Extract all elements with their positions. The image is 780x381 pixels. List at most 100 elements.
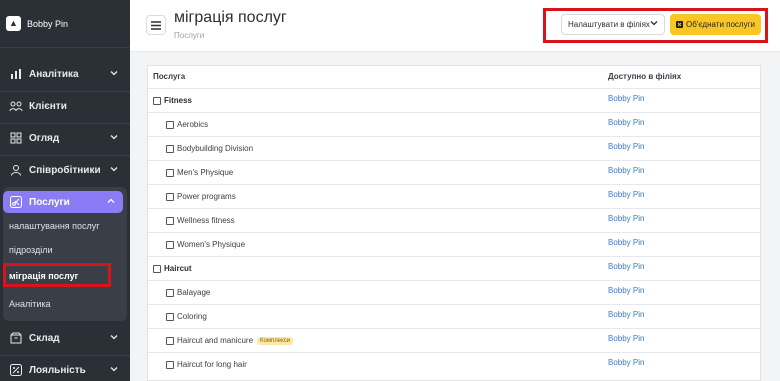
row-checkbox[interactable] [166,168,174,177]
merge-services-button[interactable]: Об'єднати послуги [670,14,761,35]
service-name: Men's Physique [166,168,233,177]
button-label: Налаштувати в філіях [568,20,650,29]
sidebar-item-clients[interactable]: Клієнти [0,94,130,118]
table-row: Women's Physique Bobby Pin [148,232,760,256]
row-checkbox[interactable] [166,336,174,345]
table-row: Coloring Bobby Pin [148,304,760,328]
service-name: Haircut and manicure Комплекси [166,336,294,345]
column-header-service: Послуга [153,72,186,81]
user-icon [9,163,23,177]
submenu-item-analytics[interactable]: Аналітика [9,299,51,309]
sidebar-item-warehouse[interactable]: Склад [0,326,130,350]
sidebar-item-label: Аналітика [29,68,79,80]
chevron-down-icon [110,333,118,344]
service-name: Women's Physique [166,240,245,249]
row-checkbox[interactable] [153,96,161,105]
apps-icon [9,131,23,145]
sidebar-item-label: Лояльність [29,364,86,376]
branch-link[interactable]: Bobby Pin [608,286,644,295]
service-name: Haircut [153,264,192,273]
row-checkbox[interactable] [166,240,174,249]
service-name: Fitness [153,96,192,105]
row-checkbox[interactable] [166,216,174,225]
sidebar-item-overview[interactable]: Огляд [0,126,130,150]
table-row: Aerobics Bobby Pin [148,112,760,136]
table-row: Fitness Bobby Pin [148,88,760,112]
column-header-branches: Доступно в філіях [608,72,682,81]
row-checkbox[interactable] [166,312,174,321]
sidebar-item-analytics[interactable]: Аналітика [0,62,130,86]
services-table: Послуга Доступно в філіях Fitness Bobby … [147,65,761,381]
divider [0,155,130,156]
merge-icon [676,21,684,28]
chevron-down-icon [110,365,118,376]
table-row: Balayage Bobby Pin [148,280,760,304]
row-checkbox[interactable] [166,288,174,297]
sidebar: ▲ Bobby Pin Аналітика Клієнти Огляд Спів… [0,0,130,381]
table-row: Haircut Bobby Pin [148,256,760,280]
button-label: Об'єднати послуги [686,20,755,29]
service-name: Bodybuilding Division [166,144,253,153]
box-icon [9,331,23,345]
table-row: Men's Physique Bobby Pin [148,160,760,184]
service-name: Power programs [166,192,236,201]
complex-badge: Комплекси [257,336,294,345]
brand-logo-icon: ▲ [6,16,21,31]
table-row: Haircut and manicure Комплекси Bobby Pin [148,328,760,352]
branch-link[interactable]: Bobby Pin [608,166,644,175]
submenu-item-divisions[interactable]: підрозділи [9,245,53,255]
table-row: Wellness fitness Bobby Pin [148,208,760,232]
branch-link[interactable]: Bobby Pin [608,334,644,343]
branch-link[interactable]: Bobby Pin [608,358,644,367]
branch-link[interactable]: Bobby Pin [608,214,644,223]
menu-toggle-button[interactable] [146,15,166,35]
hamburger-icon [151,20,161,30]
branch-link[interactable]: Bobby Pin [608,142,644,151]
brand[interactable]: ▲ Bobby Pin [0,0,130,48]
service-name: Balayage [166,288,210,297]
sidebar-item-label: Клієнти [29,100,67,112]
sidebar-item-label: Співробітники [29,164,101,176]
branch-link[interactable]: Bobby Pin [608,310,644,319]
row-checkbox[interactable] [166,192,174,201]
branch-link[interactable]: Bobby Pin [608,118,644,127]
chevron-down-icon [110,69,118,80]
divider [0,123,130,124]
table-row: Bodybuilding Division Bobby Pin [148,136,760,160]
sidebar-item-services[interactable]: Послуги [3,191,123,213]
divider [0,355,130,356]
service-name: Wellness fitness [166,216,235,225]
chevron-down-icon [110,133,118,144]
sidebar-item-loyalty[interactable]: Лояльність [0,358,130,381]
chevron-down-icon [650,19,658,29]
service-name: Coloring [166,312,207,321]
discount-icon [9,363,23,377]
highlight-frame [3,263,111,287]
service-name: Haircut for long hair [166,360,247,369]
sidebar-item-employees[interactable]: Співробітники [0,158,130,182]
divider [0,91,130,92]
row-checkbox[interactable] [166,360,174,369]
breadcrumb[interactable]: Послуги [174,31,204,40]
scissors-icon [9,195,23,209]
users-icon [9,99,23,113]
table-row: Haircut for long hair Bobby Pin [148,352,760,376]
row-checkbox[interactable] [166,120,174,129]
submenu-item-service-settings[interactable]: налаштування послуг [9,221,100,231]
row-checkbox[interactable] [166,144,174,153]
sidebar-item-label: Послуги [29,196,70,208]
service-name: Aerobics [166,120,208,129]
configure-in-branches-button[interactable]: Налаштувати в філіях [561,14,665,35]
row-checkbox[interactable] [153,264,161,273]
page-header: міграція послуг Послуги Налаштувати в фі… [130,0,780,52]
sidebar-item-label: Склад [29,332,60,344]
branch-link[interactable]: Bobby Pin [608,262,644,271]
grid-icon [9,67,23,81]
branch-link[interactable]: Bobby Pin [608,238,644,247]
page-title: міграція послуг [174,9,287,26]
chevron-up-icon [107,197,115,208]
chevron-down-icon [110,165,118,176]
branch-link[interactable]: Bobby Pin [608,190,644,199]
brand-name: Bobby Pin [27,18,69,29]
branch-link[interactable]: Bobby Pin [608,94,644,103]
